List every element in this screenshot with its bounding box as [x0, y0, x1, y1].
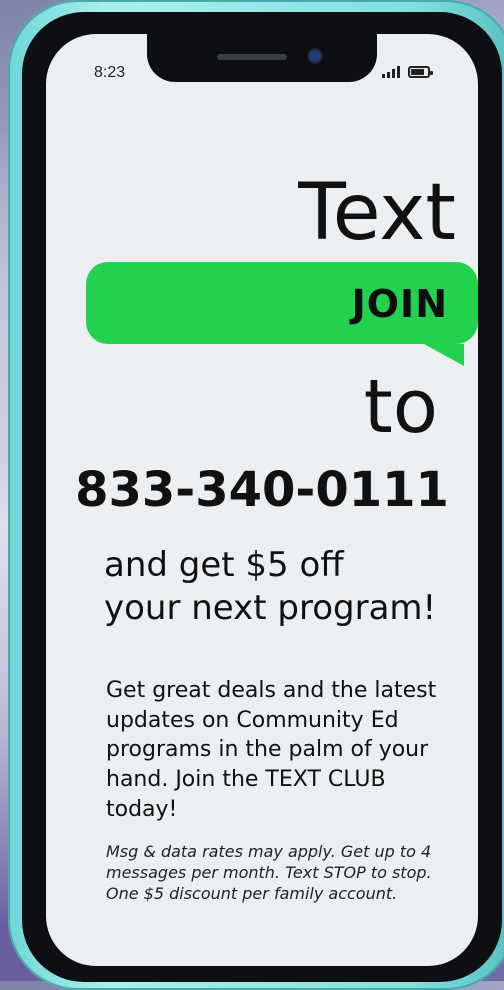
offer-text: and get $5 off your next program! — [104, 544, 458, 629]
fineprint-line-3: One $5 discount per family account. — [106, 883, 398, 903]
phone-screen: 8:23 Text JOIN to 833-340-0111 and get $… — [46, 34, 478, 966]
offer-line-2: your next program! — [104, 587, 437, 628]
description-line-3: programs in the palm of your — [106, 737, 429, 763]
signal-icon — [382, 66, 400, 78]
fineprint-line-2: messages per month. Text STOP to stop. — [106, 862, 432, 882]
phone-notch — [147, 34, 377, 82]
bubble-join-word: JOIN — [351, 282, 448, 326]
description-line-1: Get great deals and the latest — [106, 678, 437, 703]
status-icons — [382, 66, 433, 78]
headline-text-word: Text — [298, 168, 456, 258]
to-word: to — [363, 364, 438, 450]
phone-number: 833-340-0111 — [75, 462, 449, 518]
fineprint-line-1: Msg & data rates may apply. Get up to 4 — [106, 842, 432, 861]
battery-icon — [408, 66, 433, 78]
description-line-4: hand. Join the TEXT CLUB today! — [106, 767, 386, 822]
message-bubble: JOIN — [86, 262, 478, 344]
message-bubble-tail — [424, 344, 464, 366]
offer-line-1: and get $5 off — [104, 545, 344, 585]
speaker-grill — [217, 54, 287, 60]
description-text: Get great deals and the latest updates o… — [106, 676, 458, 824]
fineprint-text: Msg & data rates may apply. Get up to 4 … — [106, 842, 458, 904]
status-time: 8:23 — [94, 64, 126, 81]
camera-icon — [309, 50, 321, 62]
description-line-2: updates on Community Ed — [106, 707, 399, 733]
